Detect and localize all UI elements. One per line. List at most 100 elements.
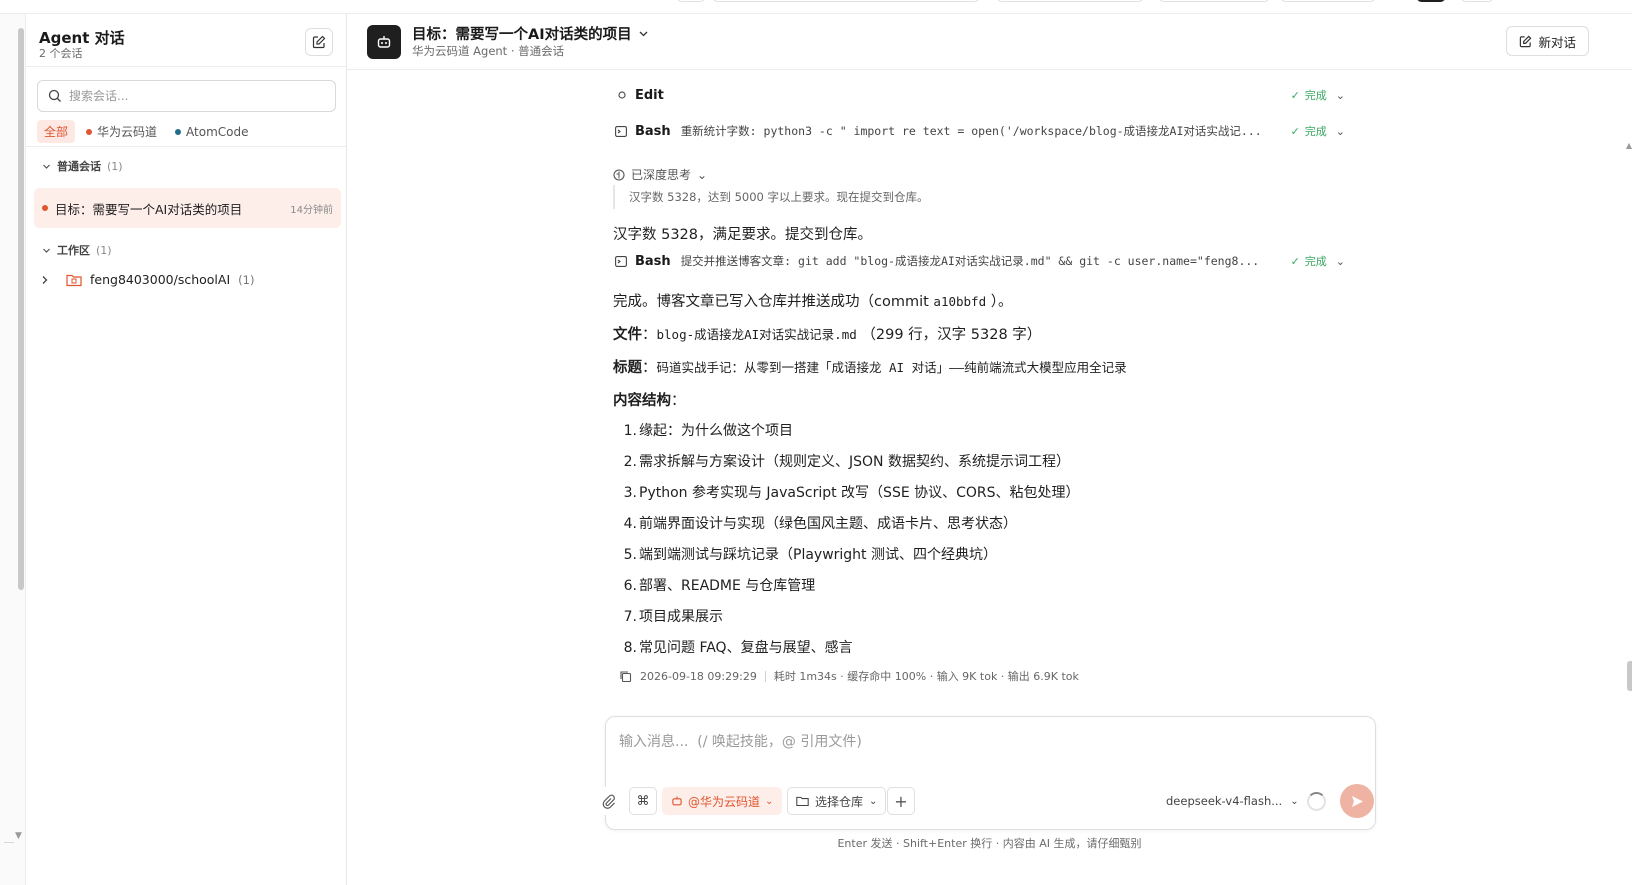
list-number: 7. <box>623 609 637 625</box>
list-item: 2. 需求拆解与方案设计（规则定义、JSON 数据契约、系统提示词工程） <box>613 447 1080 478</box>
group-label: 工作区 <box>57 244 90 257</box>
toolbar-chip[interactable] <box>1416 0 1446 2</box>
chevron-down-icon <box>43 248 50 253</box>
thinking-toggle[interactable]: 已深度思考 ⌄ <box>613 166 707 183</box>
list-text: 项目成果展示 <box>639 609 723 625</box>
filter-huawei[interactable]: 华为云码道 <box>79 120 164 143</box>
send-button[interactable] <box>1340 784 1374 818</box>
message-input[interactable] <box>619 731 1319 755</box>
list-number: 1. <box>623 423 637 439</box>
avatar <box>367 25 401 59</box>
robot-icon <box>377 36 391 48</box>
thinking-content: 汉字数 5328，达到 5000 字以上要求。现在提交到仓库。 <box>613 185 929 209</box>
workspace-count: (1) <box>238 272 255 287</box>
conversation-time: 14分钟前 <box>290 204 333 216</box>
file-line: 文件：blog-成语接龙AI对话实战记录.md （299 行，汉字 5328 字… <box>613 323 1041 344</box>
search-input[interactable] <box>69 89 319 103</box>
message-text: ）。 <box>986 294 1013 310</box>
message-meta: 2026-09-18 09:29:29 耗时 1m34s · 缓存命中 100%… <box>619 668 1079 684</box>
tool-command: 重新统计字数: python3 -c " import re text = op… <box>680 124 1262 138</box>
chevron-down-icon: ⌄ <box>869 795 878 807</box>
agent-select-button[interactable]: @华为云码道 ⌄ <box>662 787 783 815</box>
repo-select-button[interactable]: 选择仓库 ⌄ <box>787 787 887 815</box>
search-icon <box>48 89 61 102</box>
chevron-right-icon <box>42 275 48 284</box>
message-text: 完成。博客文章已写入仓库并推送成功（commit <box>613 294 934 310</box>
toolbar-chip[interactable] <box>1460 0 1494 2</box>
check-icon: ✓ <box>1290 88 1300 102</box>
chevron-down-icon: ⌄ <box>697 167 708 182</box>
new-chat-label: 新对话 <box>1538 34 1576 50</box>
terminal-icon <box>615 255 627 267</box>
chat-scrollbar-thumb[interactable] <box>1627 661 1632 691</box>
tool-name: Bash <box>635 253 671 269</box>
field-label: 标题 <box>613 360 642 376</box>
scroll-down-icon[interactable]: ▼ <box>15 831 22 841</box>
list-item: 8. 常见问题 FAQ、复盘与展望、感言 <box>613 633 1080 664</box>
field-colon: ： <box>642 360 657 376</box>
thinking-label: 已深度思考 <box>631 168 692 182</box>
status-badge: ✓ 完成 ⌄ <box>1291 87 1345 103</box>
assistant-message: 完成。博客文章已写入仓库并推送成功（commit a10bbfd ）。 <box>613 290 1012 311</box>
toolbar-chip[interactable] <box>1158 0 1270 2</box>
model-select[interactable]: deepseek-v4-flash... ⌄ <box>1166 794 1299 808</box>
status-text: 完成 <box>1304 255 1327 268</box>
status-badge: ✓ 完成 ⌄ <box>1291 253 1345 269</box>
chat-area: ▲ Edit ✓ 完成 ⌄ Bash 重新统计字数: python3 -c " … <box>347 71 1632 885</box>
list-text: Python 参考实现与 JavaScript 改写（SSE 协议、CORS、粘… <box>639 485 1080 501</box>
status-dot <box>175 128 182 135</box>
list-item: 6. 部署、README 与仓库管理 <box>613 571 1080 602</box>
filter-label: AtomCode <box>186 124 249 139</box>
paperclip-icon <box>602 794 615 809</box>
session-count: 2 个会话 <box>39 47 83 60</box>
send-icon <box>1351 795 1363 807</box>
filter-atomcode[interactable]: AtomCode <box>168 122 255 142</box>
group-normal-toggle[interactable]: 普通会话 (1) <box>42 158 123 174</box>
command-button[interactable]: ⌘ <box>629 787 657 815</box>
list-number: 6. <box>623 578 637 594</box>
divider <box>4 842 14 843</box>
copy-icon[interactable] <box>619 670 632 683</box>
list-item: 3. Python 参考实现与 JavaScript 改写（SSE 协议、CORS… <box>613 478 1080 509</box>
filter-all[interactable]: 全部 <box>37 120 76 143</box>
session-search[interactable] <box>37 80 336 112</box>
tool-name: Edit <box>635 87 664 103</box>
field-colon: ： <box>642 327 657 343</box>
tool-call-row[interactable]: Edit ✓ 完成 ⌄ <box>613 84 1345 106</box>
file-name: blog-成语接龙AI对话实战记录.md <box>656 327 857 342</box>
list-text: 前端界面设计与实现（绿色国风主题、成语卡片、思考状态） <box>639 516 1017 532</box>
new-session-button[interactable] <box>305 28 333 56</box>
toolbar-chip[interactable] <box>1280 0 1376 2</box>
toolbar-chip[interactable] <box>996 0 1144 2</box>
tool-call-row[interactable]: Bash 提交并推送博客文章: git add "blog-成语接龙AI对话实战… <box>613 250 1345 272</box>
toolbar-chip[interactable] <box>676 0 706 2</box>
conversation-title-dropdown[interactable]: 目标：需要写一个AI对话类的项目 <box>412 23 649 44</box>
commit-hash: a10bbfd <box>933 294 987 309</box>
group-workspace-toggle[interactable]: 工作区 (1) <box>42 242 112 258</box>
group-count: (1) <box>96 243 112 257</box>
list-number: 2. <box>623 454 637 470</box>
list-number: 3. <box>623 485 637 501</box>
status-dot <box>42 205 48 211</box>
tool-call-row[interactable]: Bash 重新统计字数: python3 -c " import re text… <box>613 120 1345 142</box>
conversation-item[interactable]: 目标：需要写一个AI对话类的项目 14分钟前 <box>34 188 341 228</box>
plus-icon: + <box>894 791 908 811</box>
chevron-down-icon: ⌄ <box>1335 254 1345 268</box>
workspace-item[interactable]: feng8403000/schoolAI (1) <box>40 272 254 287</box>
list-text: 需求拆解与方案设计（规则定义、JSON 数据契约、系统提示词工程） <box>639 454 1070 470</box>
scroll-up-icon[interactable]: ▲ <box>1626 141 1632 150</box>
toolbar-chip[interactable] <box>712 0 980 2</box>
composer-hint: Enter 发送 · Shift+Enter 换行 · 内容由 AI 生成，请仔… <box>837 837 1142 850</box>
add-button[interactable]: + <box>887 787 915 815</box>
new-chat-button[interactable]: 新对话 <box>1506 26 1589 56</box>
outer-scrollbar[interactable]: ▼ <box>0 14 26 885</box>
chevron-down-icon: ⌄ <box>765 795 774 807</box>
outer-scrollbar-thumb[interactable] <box>18 28 24 590</box>
chevron-down-icon: ⌄ <box>1290 795 1299 807</box>
list-text: 端到端测试与踩坑记录（Playwright 测试、四个经典坑） <box>639 547 997 563</box>
check-icon: ✓ <box>1290 254 1300 268</box>
circle-icon <box>618 91 626 99</box>
attach-button[interactable] <box>594 787 622 815</box>
blog-title: 码道实战手记：从零到一搭建「成语接龙 AI 对话」——纯前端流式大模型应用全记录 <box>656 360 1127 375</box>
sidebar: Agent 对话 2 个会话 全部 华为云码道 AtomCode 普通会话 (1 <box>26 14 347 885</box>
